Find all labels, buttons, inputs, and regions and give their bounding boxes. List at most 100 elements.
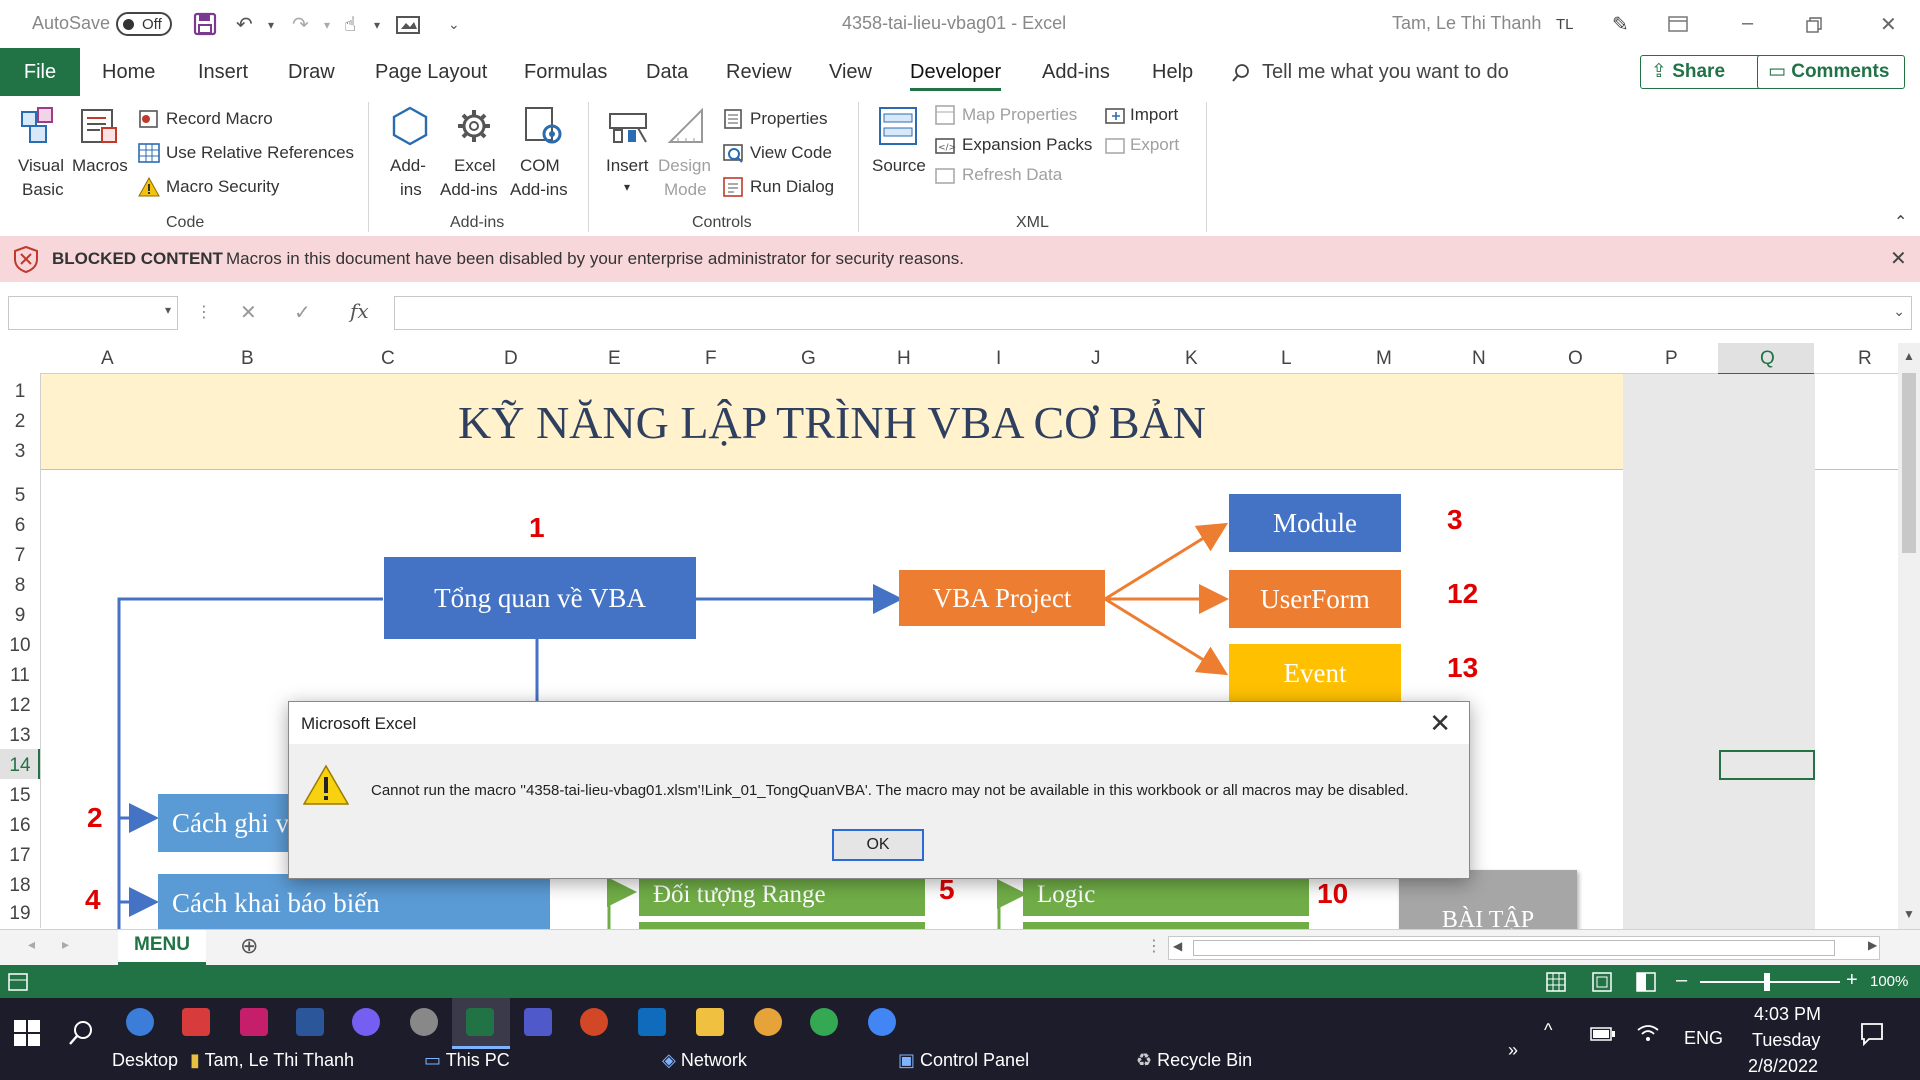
toolbar-overflow-icon[interactable]: » — [1508, 1040, 1518, 1061]
edge-browser-icon[interactable] — [126, 1008, 154, 1036]
excel-icon[interactable] — [466, 1008, 494, 1036]
insert-dropdown-icon[interactable]: ▾ — [624, 180, 630, 194]
relative-references-label[interactable]: Use Relative References — [166, 143, 354, 163]
zoom-in-icon[interactable]: + — [1846, 969, 1858, 992]
close-bar-icon[interactable]: ✕ — [1890, 246, 1907, 271]
tab-help[interactable]: Help — [1152, 61, 1193, 84]
share-button[interactable]: ⇪ Share — [1640, 55, 1776, 89]
zoom-out-icon[interactable]: – — [1676, 969, 1687, 992]
page-layout-view-icon[interactable] — [1592, 972, 1612, 992]
teams-icon[interactable] — [524, 1008, 552, 1036]
map-properties-label[interactable]: Map Properties — [962, 105, 1077, 125]
app-icon-grey[interactable] — [410, 1008, 438, 1036]
column-header-l[interactable]: L — [1281, 348, 1292, 370]
tab-draw[interactable]: Draw — [288, 61, 335, 84]
column-header-g[interactable]: G — [801, 348, 816, 370]
zoom-level[interactable]: 100% — [1870, 973, 1908, 990]
row-header[interactable]: 5 — [0, 485, 40, 507]
clock-date[interactable]: 2/8/2022 — [1748, 1056, 1818, 1077]
insert-controls-icon[interactable] — [606, 104, 650, 148]
outlook-icon[interactable] — [638, 1008, 666, 1036]
expansion-packs-icon[interactable]: </> — [934, 134, 956, 156]
name-box-dropdown-icon[interactable]: ▾ — [165, 303, 171, 317]
word-icon[interactable] — [296, 1008, 324, 1036]
tab-page-layout[interactable]: Page Layout — [375, 61, 487, 84]
pen-icon[interactable]: ✎ — [1612, 12, 1629, 37]
refresh-data-label[interactable]: Refresh Data — [962, 165, 1062, 185]
tab-insert[interactable]: Insert — [198, 61, 248, 84]
toolbar-recycle-bin[interactable]: ♻ Recycle Bin — [1136, 1050, 1252, 1071]
ribbon-display-icon[interactable] — [1668, 16, 1688, 32]
column-header-a[interactable]: A — [101, 348, 114, 370]
column-header-h[interactable]: H — [897, 348, 911, 370]
cancel-entry-icon[interactable]: ✕ — [240, 300, 257, 325]
design-mode-label-2[interactable]: Mode — [664, 180, 707, 200]
properties-icon[interactable] — [722, 108, 744, 130]
design-mode-icon[interactable] — [664, 104, 708, 148]
toolbar-user-name[interactable]: ▮ Tam, Le Thi Thanh — [190, 1050, 354, 1071]
row-header[interactable]: 8 — [0, 575, 40, 597]
toolbar-this-pc[interactable]: ▭ This PC — [424, 1050, 510, 1071]
touch-mode-icon[interactable]: ☝ — [344, 12, 356, 37]
box-green-partial[interactable] — [639, 922, 925, 929]
box-tong-quan-vba[interactable]: Tổng quan về VBA — [384, 557, 696, 639]
column-header-f[interactable]: F — [705, 348, 717, 370]
name-box[interactable]: ▾ — [8, 296, 178, 330]
language-indicator[interactable]: ENG — [1684, 1028, 1723, 1049]
macros-icon[interactable] — [78, 104, 122, 148]
restore-icon[interactable] — [1806, 17, 1822, 33]
tab-splitter-icon[interactable]: ⋮ — [1146, 936, 1162, 956]
row-header[interactable]: 2 — [0, 411, 40, 433]
close-icon[interactable]: ✕ — [1880, 12, 1897, 37]
clock-time[interactable]: 4:03 PM — [1754, 1004, 1821, 1025]
collapse-ribbon-icon[interactable]: ⌃ — [1894, 212, 1907, 232]
zoom-slider-thumb[interactable] — [1764, 973, 1770, 991]
scroll-left-icon[interactable]: ◀ — [1173, 939, 1182, 953]
column-header-q[interactable]: Q — [1760, 348, 1775, 370]
page-break-view-icon[interactable] — [1636, 972, 1656, 992]
row-header-active[interactable]: 14 — [0, 755, 40, 777]
row-header[interactable]: 1 — [0, 381, 40, 403]
column-header-b[interactable]: B — [241, 348, 254, 370]
tab-data[interactable]: Data — [646, 61, 688, 84]
comments-button[interactable]: ▭ Comments — [1757, 55, 1905, 89]
sheet-tab-menu[interactable]: MENU — [118, 930, 206, 965]
more-options-icon[interactable]: ⋮ — [196, 302, 212, 322]
import-icon[interactable] — [1104, 104, 1126, 126]
tab-review[interactable]: Review — [726, 61, 792, 84]
search-icon[interactable] — [68, 1020, 94, 1046]
app-icon-pink[interactable] — [240, 1008, 268, 1036]
undo-dropdown-icon[interactable]: ▾ — [268, 18, 274, 32]
powerpoint-icon[interactable] — [580, 1008, 608, 1036]
formula-input[interactable]: ⌄ — [394, 296, 1912, 330]
app-icon-red[interactable] — [182, 1008, 210, 1036]
scroll-thumb[interactable] — [1902, 373, 1916, 553]
chrome-profile-icon[interactable] — [868, 1008, 896, 1036]
run-dialog-label[interactable]: Run Dialog — [750, 177, 834, 197]
com-add-ins-label-1[interactable]: COM — [520, 156, 560, 176]
chrome-icon[interactable] — [810, 1008, 838, 1036]
add-ins-icon[interactable] — [388, 104, 432, 148]
add-ins-label-2[interactable]: ins — [400, 180, 422, 200]
row-header[interactable]: 15 — [0, 785, 40, 807]
redo-icon[interactable]: ↷ — [292, 12, 309, 37]
toolbar-desktop[interactable]: Desktop — [112, 1050, 178, 1071]
row-header[interactable]: 12 — [0, 695, 40, 717]
export-label[interactable]: Export — [1130, 135, 1179, 155]
row-header[interactable]: 6 — [0, 515, 40, 537]
horizontal-scrollbar[interactable]: ◀ — [1168, 936, 1880, 960]
row-header[interactable]: 11 — [0, 665, 40, 687]
row-header[interactable]: 19 — [0, 903, 40, 925]
visual-basic-label-2[interactable]: Basic — [22, 180, 64, 200]
column-header-j[interactable]: J — [1091, 348, 1101, 370]
properties-label[interactable]: Properties — [750, 109, 827, 129]
hscroll-thumb[interactable] — [1193, 940, 1835, 956]
tab-add-ins[interactable]: Add-ins — [1042, 61, 1110, 84]
box-green-partial[interactable] — [1023, 922, 1309, 929]
column-header-p[interactable]: P — [1665, 348, 1678, 370]
row-header[interactable]: 3 — [0, 441, 40, 463]
column-header-k[interactable]: K — [1185, 348, 1198, 370]
toolbar-network[interactable]: ◈ Network — [662, 1050, 747, 1071]
view-code-icon[interactable] — [722, 142, 744, 164]
redo-dropdown-icon[interactable]: ▾ — [324, 18, 330, 32]
